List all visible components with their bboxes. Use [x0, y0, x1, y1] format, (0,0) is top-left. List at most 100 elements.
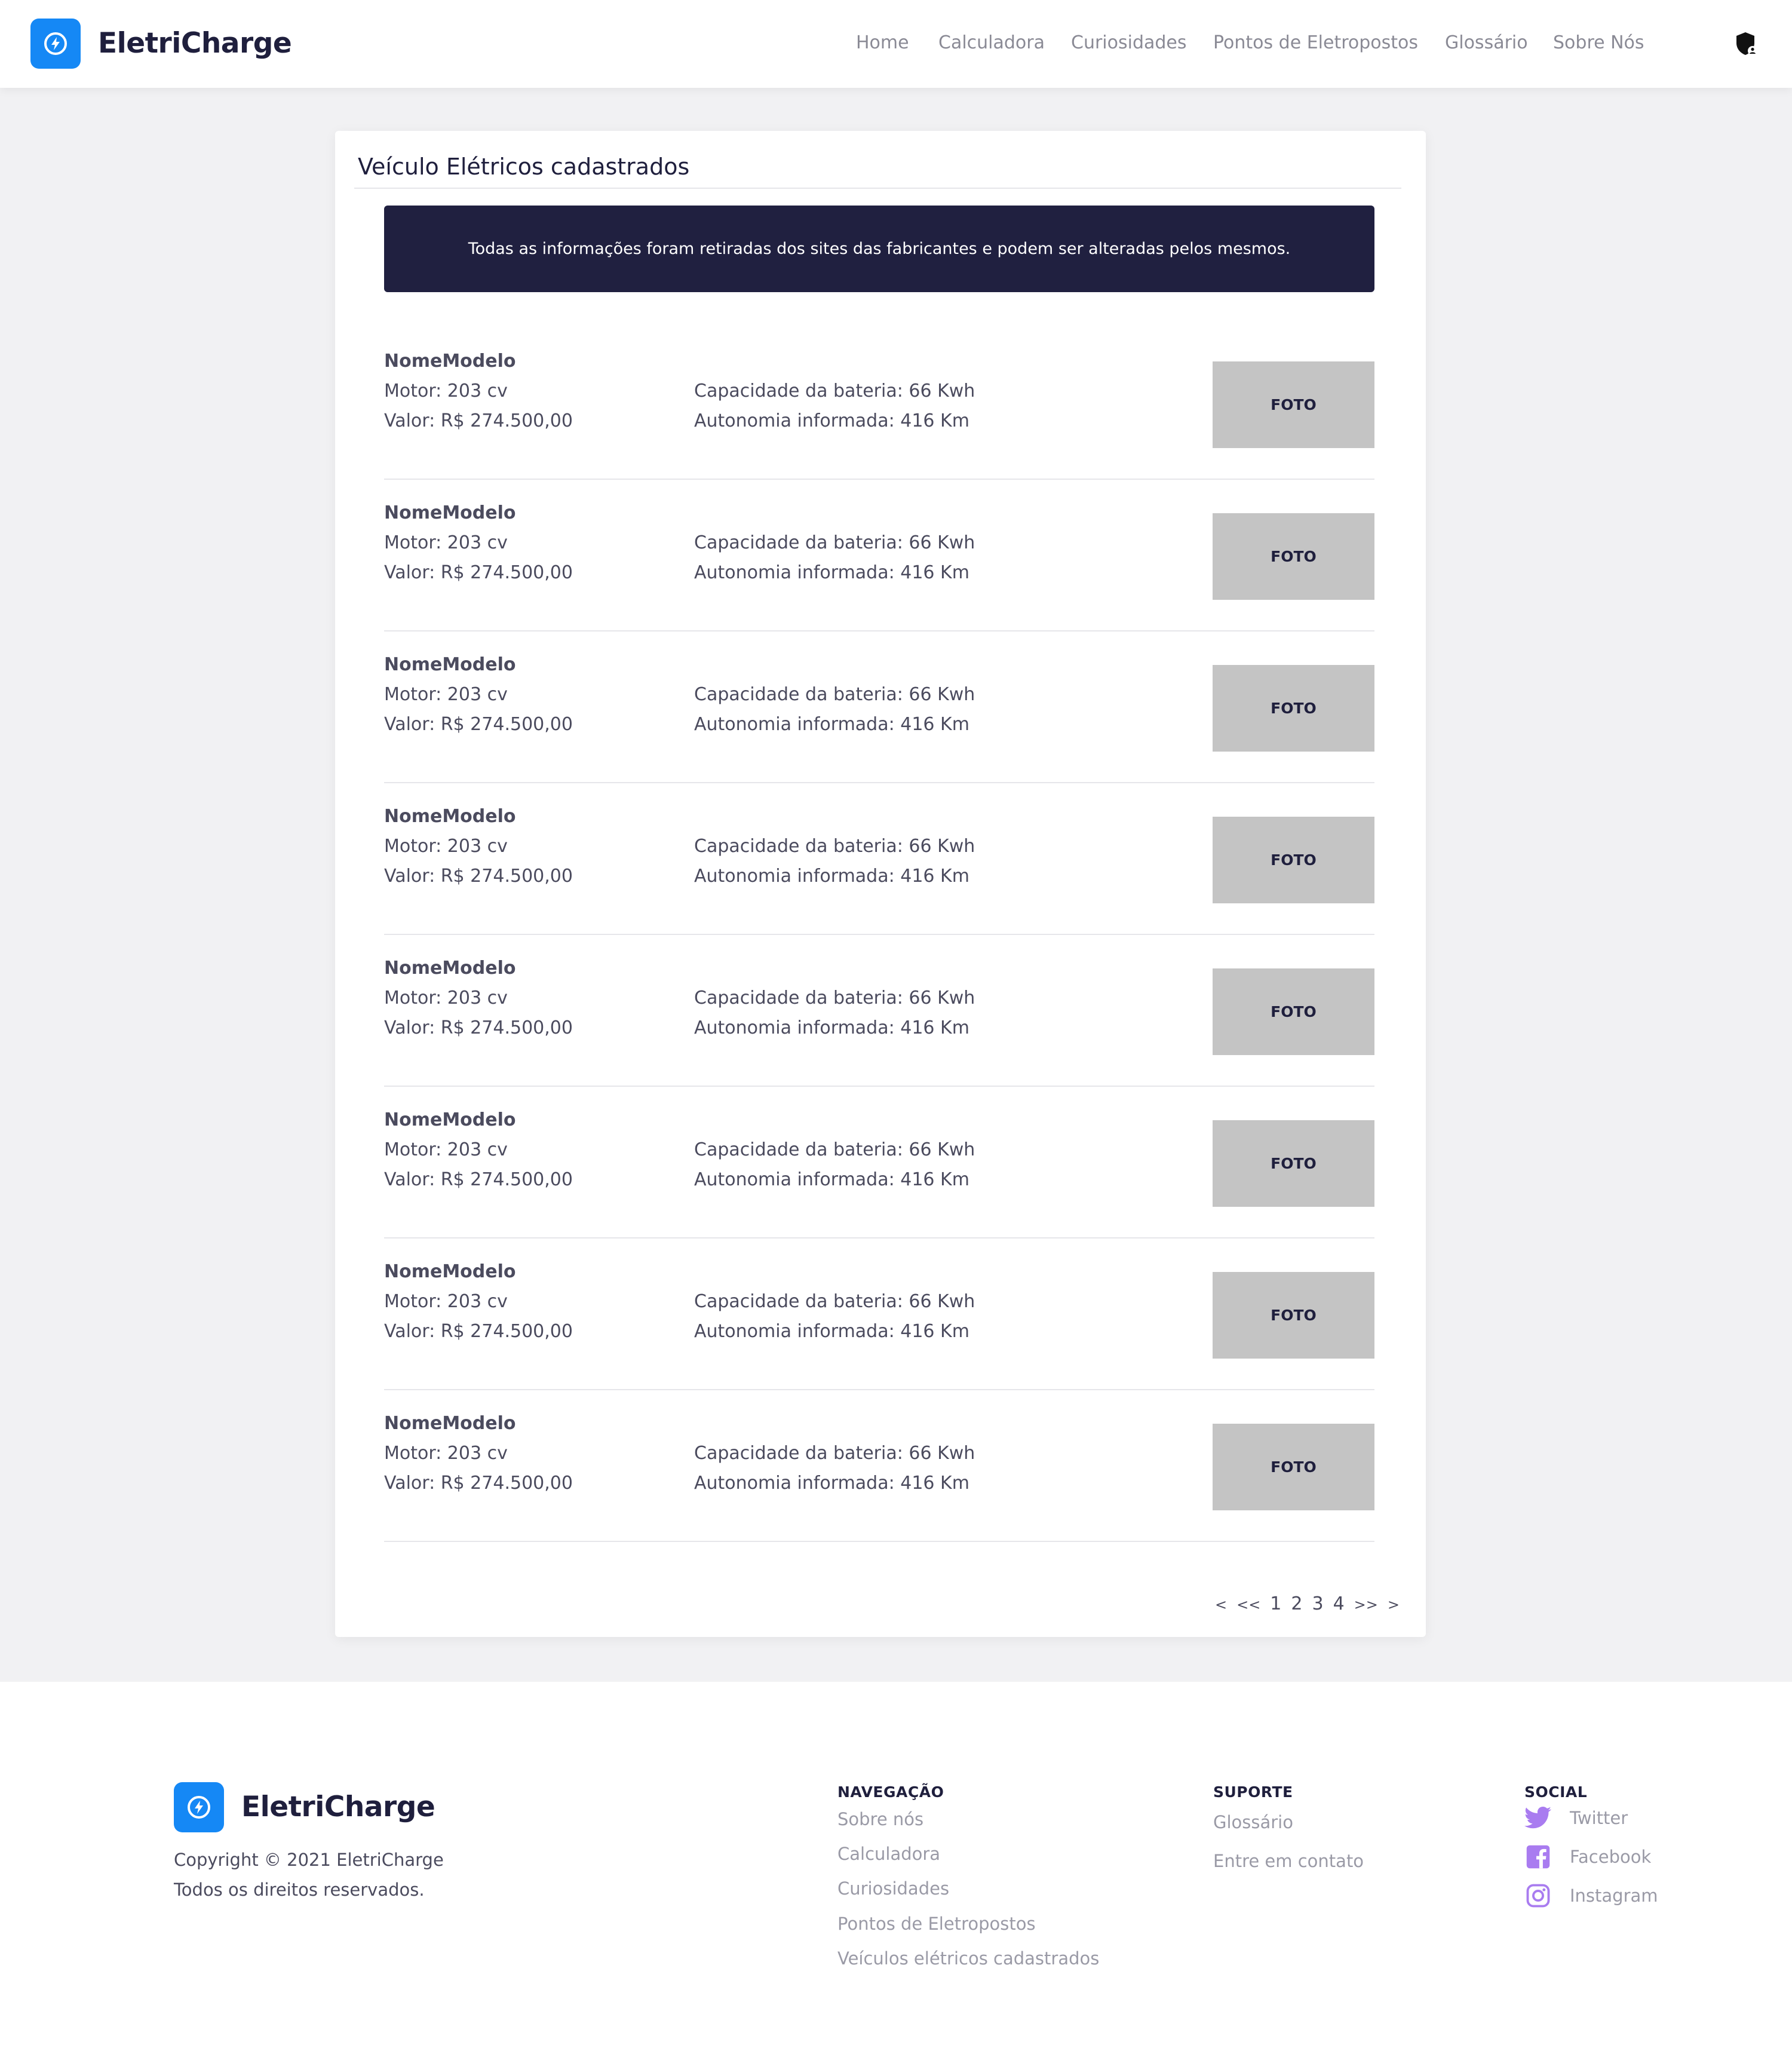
- vehicle-battery: Capacidade da bateria: 66 Kwh: [694, 1443, 975, 1464]
- pagination-page-1[interactable]: 1: [1270, 1593, 1281, 1614]
- pagination-page-4[interactable]: 4: [1333, 1593, 1345, 1614]
- nav-curiosidades[interactable]: Curiosidades: [1071, 32, 1187, 53]
- vehicle-photo[interactable]: FOTO: [1213, 1424, 1374, 1510]
- pagination-first[interactable]: <<: [1236, 1596, 1260, 1613]
- vehicle-price: Valor: R$ 274.500,00: [384, 1017, 573, 1038]
- logo-icon[interactable]: [30, 19, 81, 69]
- footer-link-contato[interactable]: Entre em contato: [1213, 1851, 1364, 1871]
- social-twitter[interactable]: Twitter: [1524, 1804, 1628, 1832]
- vehicle-motor: Motor: 203 cv: [384, 988, 508, 1008]
- nav-calculadora[interactable]: Calculadora: [938, 32, 1045, 53]
- vehicle-battery: Capacidade da bateria: 66 Kwh: [694, 381, 975, 401]
- social-instagram[interactable]: Instagram: [1524, 1882, 1658, 1909]
- social-facebook[interactable]: Facebook: [1524, 1843, 1651, 1871]
- vehicle-photo[interactable]: FOTO: [1213, 817, 1374, 903]
- vehicle-photo[interactable]: FOTO: [1213, 665, 1374, 752]
- info-banner: Todas as informações foram retiradas dos…: [384, 206, 1374, 292]
- title-divider: [354, 188, 1401, 189]
- vehicle-battery: Capacidade da bateria: 66 Kwh: [694, 988, 975, 1008]
- page-title: Veículo Elétricos cadastrados: [358, 154, 690, 180]
- vehicle-motor: Motor: 203 cv: [384, 1443, 508, 1464]
- shield-user-icon[interactable]: [1733, 31, 1760, 57]
- copyright-block: Copyright © 2021 EletriCharge Todos os d…: [174, 1845, 444, 1905]
- vehicle-name: NomeModelo: [384, 351, 516, 372]
- vehicle-row: NomeModelo Motor: 203 cv Valor: R$ 274.500…: [384, 631, 1374, 783]
- top-header: EletriCharge Home Calculadora Curiosidad…: [0, 0, 1792, 88]
- vehicle-range: Autonomia informada: 416 Km: [694, 1473, 969, 1494]
- vehicle-name: NomeModelo: [384, 654, 516, 675]
- vehicle-battery: Capacidade da bateria: 66 Kwh: [694, 684, 975, 705]
- vehicle-range: Autonomia informada: 416 Km: [694, 562, 969, 583]
- vehicle-row: NomeModelo Motor: 203 cv Valor: R$ 274.500…: [384, 935, 1374, 1087]
- nav-home[interactable]: Home: [856, 32, 909, 53]
- vehicle-motor: Motor: 203 cv: [384, 532, 508, 553]
- footer-navigation: NAVEGAÇÃO Sobre nós Calculadora Curiosid…: [837, 1783, 1099, 1969]
- footer-brand-name[interactable]: EletriCharge: [241, 1791, 435, 1823]
- vehicle-motor: Motor: 203 cv: [384, 684, 508, 705]
- vehicle-range: Autonomia informada: 416 Km: [694, 866, 969, 887]
- vehicle-motor: Motor: 203 cv: [384, 381, 508, 401]
- footer-link-curiosidades[interactable]: Curiosidades: [837, 1878, 949, 1899]
- vehicle-row: NomeModelo Motor: 203 cv Valor: R$ 274.500…: [384, 783, 1374, 935]
- vehicle-name: NomeModelo: [384, 806, 516, 827]
- social-facebook-label: Facebook: [1570, 1847, 1652, 1867]
- footer-social: SOCIAL Twitter Facebook Instagram: [1524, 1783, 1658, 1908]
- vehicle-range: Autonomia informada: 416 Km: [694, 1321, 969, 1342]
- vehicle-row: NomeModelo Motor: 203 cv Valor: R$ 274.500…: [384, 1238, 1374, 1390]
- vehicle-battery: Capacidade da bateria: 66 Kwh: [694, 836, 975, 857]
- footer-support: SUPORTE Glossário Entre em contato: [1213, 1783, 1364, 1871]
- vehicle-range: Autonomia informada: 416 Km: [694, 1017, 969, 1038]
- vehicle-photo[interactable]: FOTO: [1213, 1272, 1374, 1359]
- footer-social-title: SOCIAL: [1524, 1783, 1588, 1801]
- vehicle-photo[interactable]: FOTO: [1213, 968, 1374, 1055]
- vehicle-name: NomeModelo: [384, 1413, 516, 1434]
- instagram-icon: [1524, 1882, 1552, 1909]
- site-footer: EletriCharge Copyright © 2021 EletriChar…: [0, 1682, 1792, 2054]
- nav-glossario[interactable]: Glossário: [1445, 32, 1528, 53]
- vehicle-photo[interactable]: FOTO: [1213, 1120, 1374, 1207]
- vehicle-row: NomeModelo Motor: 203 cv Valor: R$ 274.500…: [384, 1390, 1374, 1542]
- vehicle-price: Valor: R$ 274.500,00: [384, 714, 573, 735]
- facebook-icon: [1524, 1843, 1552, 1871]
- footer-link-calculadora[interactable]: Calculadora: [837, 1844, 940, 1864]
- social-twitter-label: Twitter: [1570, 1808, 1628, 1828]
- footer-link-veiculos[interactable]: Veículos elétricos cadastrados: [837, 1948, 1099, 1969]
- vehicle-battery: Capacidade da bateria: 66 Kwh: [694, 1139, 975, 1160]
- vehicle-price: Valor: R$ 274.500,00: [384, 866, 573, 887]
- rights-text: Todos os direitos reservados.: [174, 1880, 425, 1900]
- brand-name[interactable]: EletriCharge: [98, 27, 292, 60]
- vehicle-photo[interactable]: FOTO: [1213, 513, 1374, 600]
- pagination-prev[interactable]: <: [1215, 1596, 1227, 1613]
- footer-link-glossario[interactable]: Glossário: [1213, 1812, 1293, 1832]
- footer-link-sobre-nos[interactable]: Sobre nós: [837, 1809, 923, 1829]
- twitter-icon: [1524, 1804, 1552, 1832]
- pagination: < << 1 2 3 4 >> >: [1215, 1593, 1400, 1614]
- vehicle-range: Autonomia informada: 416 Km: [694, 410, 969, 431]
- vehicles-card: Veículo Elétricos cadastrados Todas as i…: [335, 131, 1426, 1637]
- vehicle-battery: Capacidade da bateria: 66 Kwh: [694, 1291, 975, 1312]
- footer-link-pontos-eletropostos[interactable]: Pontos de Eletropostos: [837, 1914, 1036, 1934]
- vehicle-battery: Capacidade da bateria: 66 Kwh: [694, 532, 975, 553]
- copyright-text: Copyright © 2021 EletriCharge: [174, 1850, 444, 1870]
- vehicle-price: Valor: R$ 274.500,00: [384, 1169, 573, 1190]
- pagination-page-3[interactable]: 3: [1312, 1593, 1323, 1614]
- vehicle-name: NomeModelo: [384, 1109, 516, 1130]
- nav-sobre-nos[interactable]: Sobre Nós: [1553, 32, 1644, 53]
- vehicle-range: Autonomia informada: 416 Km: [694, 714, 969, 735]
- vehicle-motor: Motor: 203 cv: [384, 836, 508, 857]
- nav-pontos-eletropostos[interactable]: Pontos de Eletropostos: [1213, 32, 1418, 53]
- footer-logo-icon[interactable]: [174, 1782, 224, 1832]
- vehicle-photo[interactable]: FOTO: [1213, 361, 1374, 448]
- vehicle-range: Autonomia informada: 416 Km: [694, 1169, 969, 1190]
- vehicle-price: Valor: R$ 274.500,00: [384, 1321, 573, 1342]
- vehicle-row: NomeModelo Motor: 203 cv Valor: R$ 274.500…: [384, 1087, 1374, 1238]
- vehicle-price: Valor: R$ 274.500,00: [384, 562, 573, 583]
- social-instagram-label: Instagram: [1570, 1886, 1658, 1906]
- footer-support-title: SUPORTE: [1213, 1783, 1293, 1801]
- pagination-last[interactable]: >>: [1354, 1596, 1378, 1613]
- pagination-page-2[interactable]: 2: [1291, 1593, 1302, 1614]
- vehicle-price: Valor: R$ 274.500,00: [384, 1473, 573, 1494]
- vehicle-motor: Motor: 203 cv: [384, 1139, 508, 1160]
- vehicle-price: Valor: R$ 274.500,00: [384, 410, 573, 431]
- pagination-next[interactable]: >: [1388, 1596, 1400, 1613]
